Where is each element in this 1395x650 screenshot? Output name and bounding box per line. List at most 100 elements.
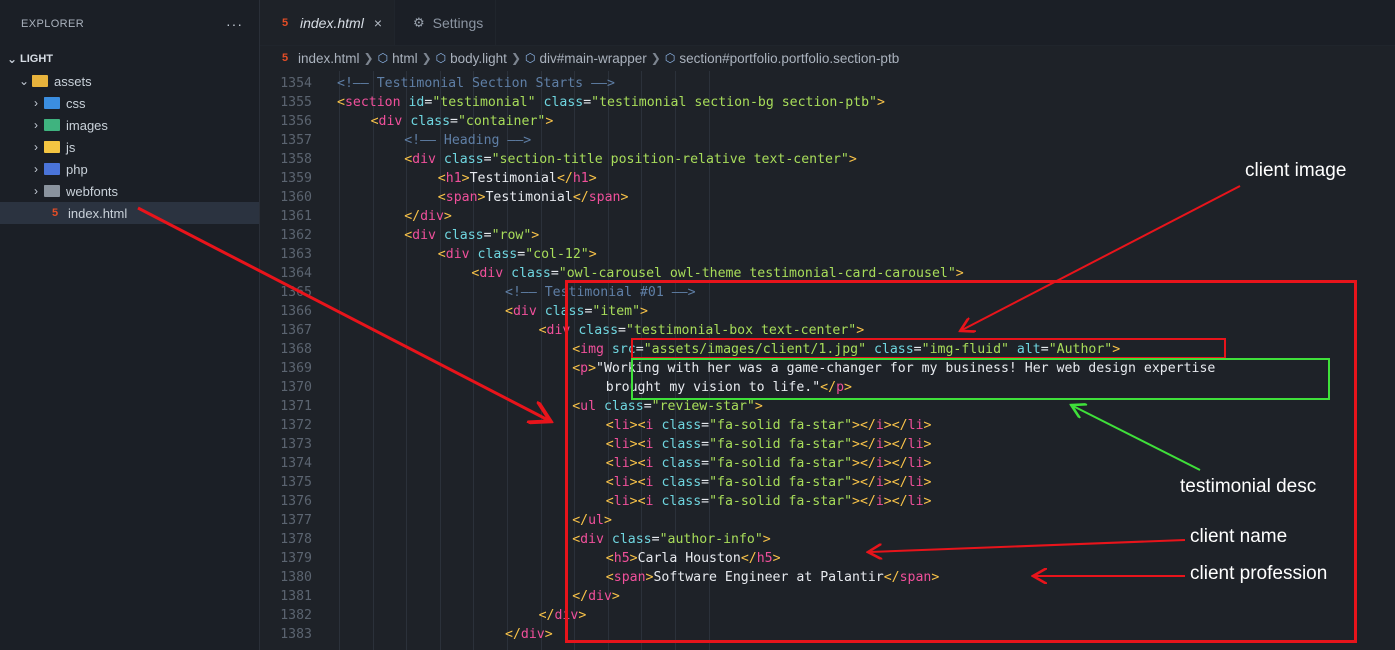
- element-icon: ⬡: [664, 51, 676, 65]
- breadcrumb-section[interactable]: ⬡ section#portfolio.portfolio.section-pt…: [665, 51, 899, 66]
- token-tag: >: [588, 171, 597, 186]
- line-number: 1355: [280, 95, 312, 110]
- code-line[interactable]: 1360 <span>Testimonial</span>: [260, 188, 1395, 207]
- tab-settings[interactable]: ⚙ Settings: [395, 0, 497, 45]
- token-name: section: [344, 95, 401, 110]
- line-number: 1373: [280, 437, 312, 452]
- token-name: div: [412, 152, 436, 167]
- tree-item-label: php: [66, 161, 88, 177]
- token-tag: <: [505, 304, 513, 319]
- code-line[interactable]: 1355 <section id="testimonial" class="tes…: [260, 93, 1395, 112]
- tab-label: Settings: [432, 14, 484, 31]
- tab-bar: 5 index.html × ⚙ Settings: [260, 0, 1395, 46]
- code-line[interactable]: 1361 </div>: [260, 207, 1395, 226]
- line-number: 1374: [280, 456, 312, 471]
- breadcrumb-body[interactable]: ⬡ body.light: [436, 51, 507, 66]
- token-name: div: [520, 627, 545, 642]
- tree-item-webfonts[interactable]: › webfonts: [0, 180, 259, 202]
- tree-item-css[interactable]: › css: [0, 92, 259, 114]
- folder-icon: [32, 75, 48, 87]
- chevron-right-icon: ›: [34, 118, 38, 132]
- token-name: div: [479, 266, 504, 281]
- token-tag: <: [370, 114, 379, 129]
- token-tag: >: [545, 114, 554, 129]
- line-number: 1363: [280, 247, 312, 262]
- token-tag: >: [443, 209, 452, 224]
- token-eq: =: [517, 247, 526, 262]
- token-cm: <!—— Heading ——>: [404, 133, 532, 148]
- code-line[interactable]: 1356 <div class="container">: [260, 112, 1395, 131]
- code-line[interactable]: 1363 <div class="col-12">: [260, 245, 1395, 264]
- token-name: div: [378, 114, 403, 129]
- line-number: 1383: [280, 627, 312, 642]
- code-line[interactable]: 1362 <div class="row">: [260, 226, 1395, 245]
- token-str: "row": [491, 228, 532, 243]
- tree-item-php[interactable]: › php: [0, 158, 259, 180]
- token-text: Testimonial: [485, 190, 573, 205]
- line-number: 1362: [280, 228, 312, 243]
- chevron-right-icon: ❯: [510, 51, 521, 65]
- tree-item-images[interactable]: › images: [0, 114, 259, 136]
- token-sp: [537, 304, 545, 319]
- token-tag: >: [848, 152, 857, 167]
- breadcrumb-label: html: [392, 50, 418, 66]
- line-number: 1358: [280, 152, 312, 167]
- token-tag: >: [620, 190, 629, 205]
- token-text: Testimonial: [469, 171, 557, 186]
- tree-item-js[interactable]: › js: [0, 136, 259, 158]
- explorer-header: EXPLORER ···: [0, 0, 259, 48]
- token-tag: <: [404, 152, 413, 167]
- token-attr: class: [443, 228, 484, 243]
- token-name: span: [588, 190, 621, 205]
- breadcrumb-main-wrapper[interactable]: ⬡ div#main-wrapper: [525, 51, 647, 66]
- label-client-name: client name: [1190, 526, 1288, 547]
- code-line[interactable]: 1354 <!—— Testimonial Section Starts ——>: [260, 74, 1395, 93]
- breadcrumb-label: index.html: [298, 50, 360, 66]
- token-eq: =: [550, 266, 559, 281]
- tab-index-html[interactable]: 5 index.html ×: [260, 0, 395, 45]
- tree-item-label: images: [66, 117, 108, 133]
- code-line[interactable]: 1359 <h1>Testimonial</h1>: [260, 169, 1395, 188]
- token-attr: id: [408, 95, 425, 110]
- code-content: <div class="row">: [404, 226, 539, 245]
- token-eq: =: [483, 152, 492, 167]
- token-tag: <: [404, 228, 413, 243]
- line-number: 1365: [280, 285, 312, 300]
- label-client-profession: client profession: [1190, 563, 1328, 584]
- code-content: <span>Testimonial</span>: [438, 188, 629, 207]
- testimonial-desc-highlight-box: [631, 358, 1330, 400]
- element-icon: ⬡: [525, 51, 536, 65]
- tree-item-label: index.html: [68, 205, 128, 221]
- chevron-right-icon: ❯: [650, 51, 661, 65]
- token-str: "owl-carousel owl-theme testimonial-card…: [558, 266, 956, 281]
- tab-label: index.html: [300, 14, 364, 31]
- more-actions-icon[interactable]: ···: [226, 16, 243, 32]
- line-number: 1375: [280, 475, 312, 490]
- tree-item-index-html[interactable]: 5 index.html: [0, 202, 259, 224]
- code-line[interactable]: 1357 <!—— Heading ——>: [260, 131, 1395, 150]
- breadcrumb-file[interactable]: 5 index.html: [278, 51, 360, 66]
- line-number: 1378: [280, 532, 312, 547]
- line-number: 1359: [280, 171, 312, 186]
- line-number: 1364: [280, 266, 312, 281]
- chevron-down-icon: ⌄: [6, 52, 18, 66]
- code-line[interactable]: 1358 <div class="section-title position-r…: [260, 150, 1395, 169]
- token-tag: </: [556, 171, 573, 186]
- code-content: </div>: [505, 625, 553, 644]
- line-number: 1380: [280, 570, 312, 585]
- chevron-right-icon: ›: [34, 184, 38, 198]
- line-number: 1377: [280, 513, 312, 528]
- line-number: 1376: [280, 494, 312, 509]
- tree-item-assets[interactable]: ⌄ assets: [0, 70, 259, 92]
- token-name: span: [445, 190, 478, 205]
- folder-icon: [44, 163, 60, 175]
- html5-icon: 5: [281, 16, 289, 29]
- breadcrumb-html[interactable]: ⬡ html: [378, 51, 418, 66]
- line-number: 1360: [280, 190, 312, 205]
- chevron-down-icon: ⌄: [18, 74, 30, 88]
- tree-root-light[interactable]: ⌄ LIGHT: [0, 48, 259, 70]
- breadcrumb-label: div#main-wrapper: [539, 50, 647, 66]
- close-icon[interactable]: ×: [374, 15, 382, 31]
- token-attr: class: [543, 95, 584, 110]
- token-tag: <: [538, 323, 547, 338]
